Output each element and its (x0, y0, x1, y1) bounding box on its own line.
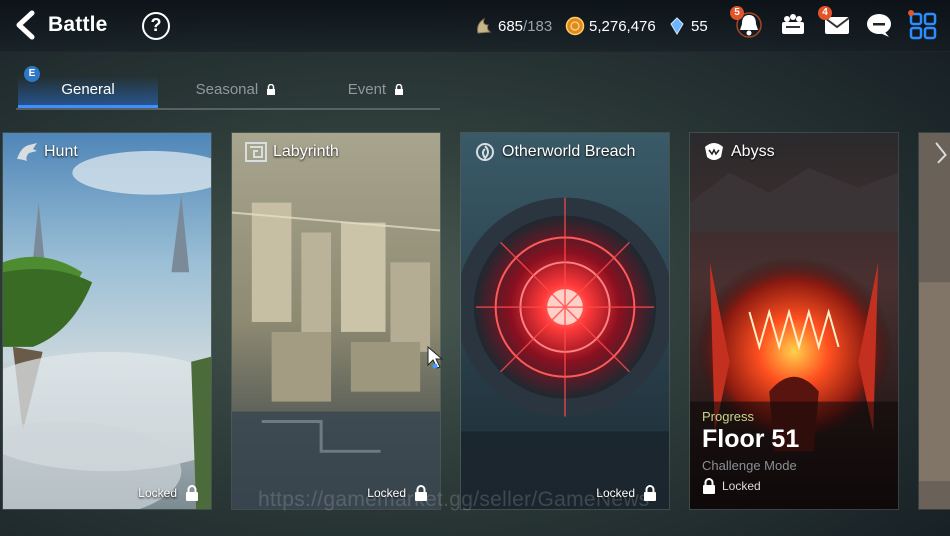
gold-value: 5,276,476 (589, 17, 656, 35)
card-title: Hunt (15, 141, 78, 163)
challenge-mode-status: Locked (702, 478, 799, 494)
card-title: Abyss (702, 141, 775, 163)
crystal-value: 55 (691, 17, 708, 35)
progress-label: Progress (702, 409, 755, 424)
gold-coin-icon (565, 16, 585, 36)
card-title-text: Otherworld Breach (502, 143, 636, 160)
lock-icon (186, 485, 198, 501)
notifications-badge: 5 (730, 6, 744, 20)
lock-icon (415, 485, 427, 501)
new-event-badge: E (24, 66, 40, 82)
card-status-text: Locked (367, 486, 406, 500)
card-title: Labyrinth (244, 141, 339, 163)
stamina-counter[interactable]: 685 /183 (474, 14, 552, 38)
dragon-icon (17, 143, 37, 161)
notifications-button[interactable]: 5 (730, 6, 764, 40)
lock-icon (395, 84, 404, 95)
card-status: Locked (596, 485, 657, 501)
card-abyss[interactable]: Abyss Progress Floor 51 Challenge Mode L… (689, 132, 899, 510)
labyrinth-artwork (232, 133, 440, 509)
card-title: Otherworld Breach (473, 141, 635, 163)
portal-icon (476, 143, 494, 161)
mail-button[interactable]: 4 (818, 6, 852, 40)
next-card-artwork (919, 133, 950, 509)
tab-seasonal-label: Seasonal (195, 81, 259, 98)
tab-seasonal[interactable]: Seasonal (176, 76, 296, 108)
card-status: Locked (138, 485, 199, 501)
gold-counter[interactable]: 5,276,476 (565, 14, 656, 38)
tab-event[interactable]: Event (326, 76, 426, 108)
hunt-artwork (3, 133, 211, 509)
card-next-partial[interactable] (918, 132, 950, 510)
grid-menu-icon (908, 10, 937, 40)
menu-button[interactable] (908, 10, 938, 40)
stamina-value: 685 (498, 17, 524, 35)
group-icon (782, 14, 804, 34)
stamina-icon (477, 17, 492, 34)
mode-tabs: General Seasonal Event E (16, 66, 442, 110)
lock-icon (644, 485, 656, 501)
top-bar: Battle ? 685 /183 5,276,476 55 5 4 (0, 0, 950, 52)
page-title: Battle (48, 13, 108, 36)
card-hunt[interactable]: Hunt Locked (2, 132, 212, 510)
chat-icon (867, 14, 891, 37)
card-status: Locked (367, 485, 428, 501)
challenge-mode-status-text: Locked (722, 479, 761, 493)
card-otherworld-breach[interactable]: Otherworld Breach Locked (460, 132, 670, 510)
lock-icon (703, 478, 715, 494)
otherworld-breach-artwork (461, 133, 669, 509)
card-status-text: Locked (138, 486, 177, 500)
guild-button[interactable] (778, 10, 808, 40)
chat-button[interactable] (864, 10, 894, 40)
abyss-progress: Progress Floor 51 Challenge Mode Locked (702, 409, 799, 494)
card-title-text: Labyrinth (273, 143, 339, 160)
card-labyrinth[interactable]: Labyrinth Locked (231, 132, 441, 510)
mail-badge: 4 (818, 6, 832, 20)
mouse-cursor-icon (427, 346, 443, 369)
back-arrow-icon[interactable] (12, 10, 40, 40)
tab-general-label: General (61, 81, 115, 98)
card-title-text: Hunt (44, 143, 78, 160)
stamina-max: /183 (523, 17, 553, 35)
tab-event-label: Event (347, 81, 387, 98)
card-status-text: Locked (596, 486, 635, 500)
abyss-icon (705, 143, 723, 160)
challenge-mode-label: Challenge Mode (702, 458, 797, 473)
tab-divider (16, 108, 440, 110)
floor-value: Floor 51 (702, 425, 800, 453)
lock-icon (267, 84, 276, 95)
maze-icon (245, 142, 267, 162)
tab-general[interactable]: General (18, 76, 158, 108)
card-title-text: Abyss (731, 143, 775, 160)
crystal-icon (670, 17, 684, 35)
help-button[interactable]: ? (142, 12, 170, 40)
crystal-counter[interactable]: 55 (667, 14, 708, 38)
